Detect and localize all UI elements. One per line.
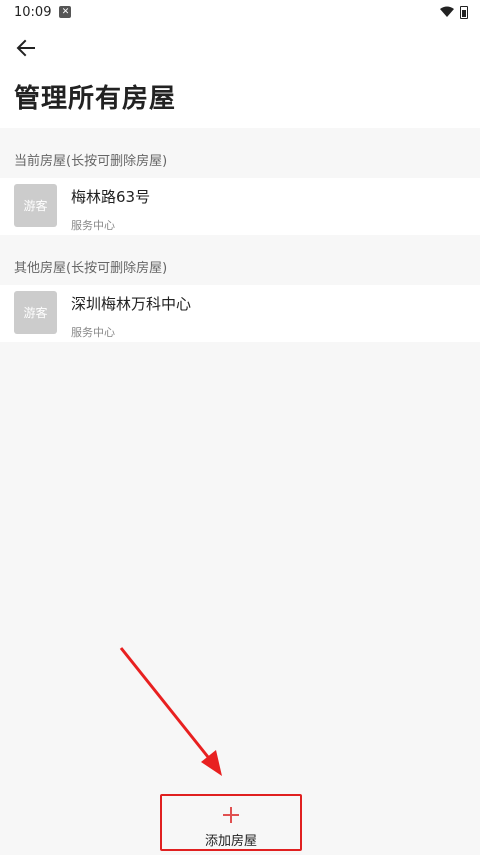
status-icons: [440, 5, 468, 19]
house-subtitle: 服务中心: [71, 219, 115, 232]
house-item-current[interactable]: 游客 梅林路63号 服务中心: [0, 178, 480, 235]
house-text: 梅林路63号 服务中心: [71, 184, 150, 233]
current-section-header: 当前房屋(长按可删除房屋): [14, 154, 168, 169]
status-bar: 10:09 ✕: [0, 0, 480, 24]
other-section-header: 其他房屋(长按可删除房屋): [14, 261, 168, 276]
house-name: 梅林路63号: [71, 188, 151, 206]
plus-icon: [222, 806, 240, 824]
back-button[interactable]: [12, 34, 40, 62]
house-name: 深圳梅林万科中心: [71, 295, 192, 313]
notification-icon: ✕: [59, 6, 72, 18]
house-item-other[interactable]: 游客 深圳梅林万科中心 服务中心: [0, 285, 480, 342]
house-avatar: 游客: [14, 184, 57, 227]
battery-icon: [460, 5, 468, 19]
page-title: 管理所有房屋: [14, 84, 177, 114]
status-time: 10:09: [14, 4, 52, 20]
add-house-label: 添加房屋: [204, 834, 257, 849]
back-arrow-icon: [16, 39, 35, 57]
house-avatar: 游客: [14, 291, 57, 334]
house-subtitle: 服务中心: [71, 326, 115, 339]
house-text: 深圳梅林万科中心 服务中心: [71, 291, 191, 340]
add-house-button[interactable]: 添加房屋: [160, 794, 302, 851]
wifi-icon: [440, 6, 454, 17]
house-list: 当前房屋(长按可删除房屋) 游客 梅林路63号 服务中心 其他房屋(长按可删除房…: [0, 128, 480, 800]
